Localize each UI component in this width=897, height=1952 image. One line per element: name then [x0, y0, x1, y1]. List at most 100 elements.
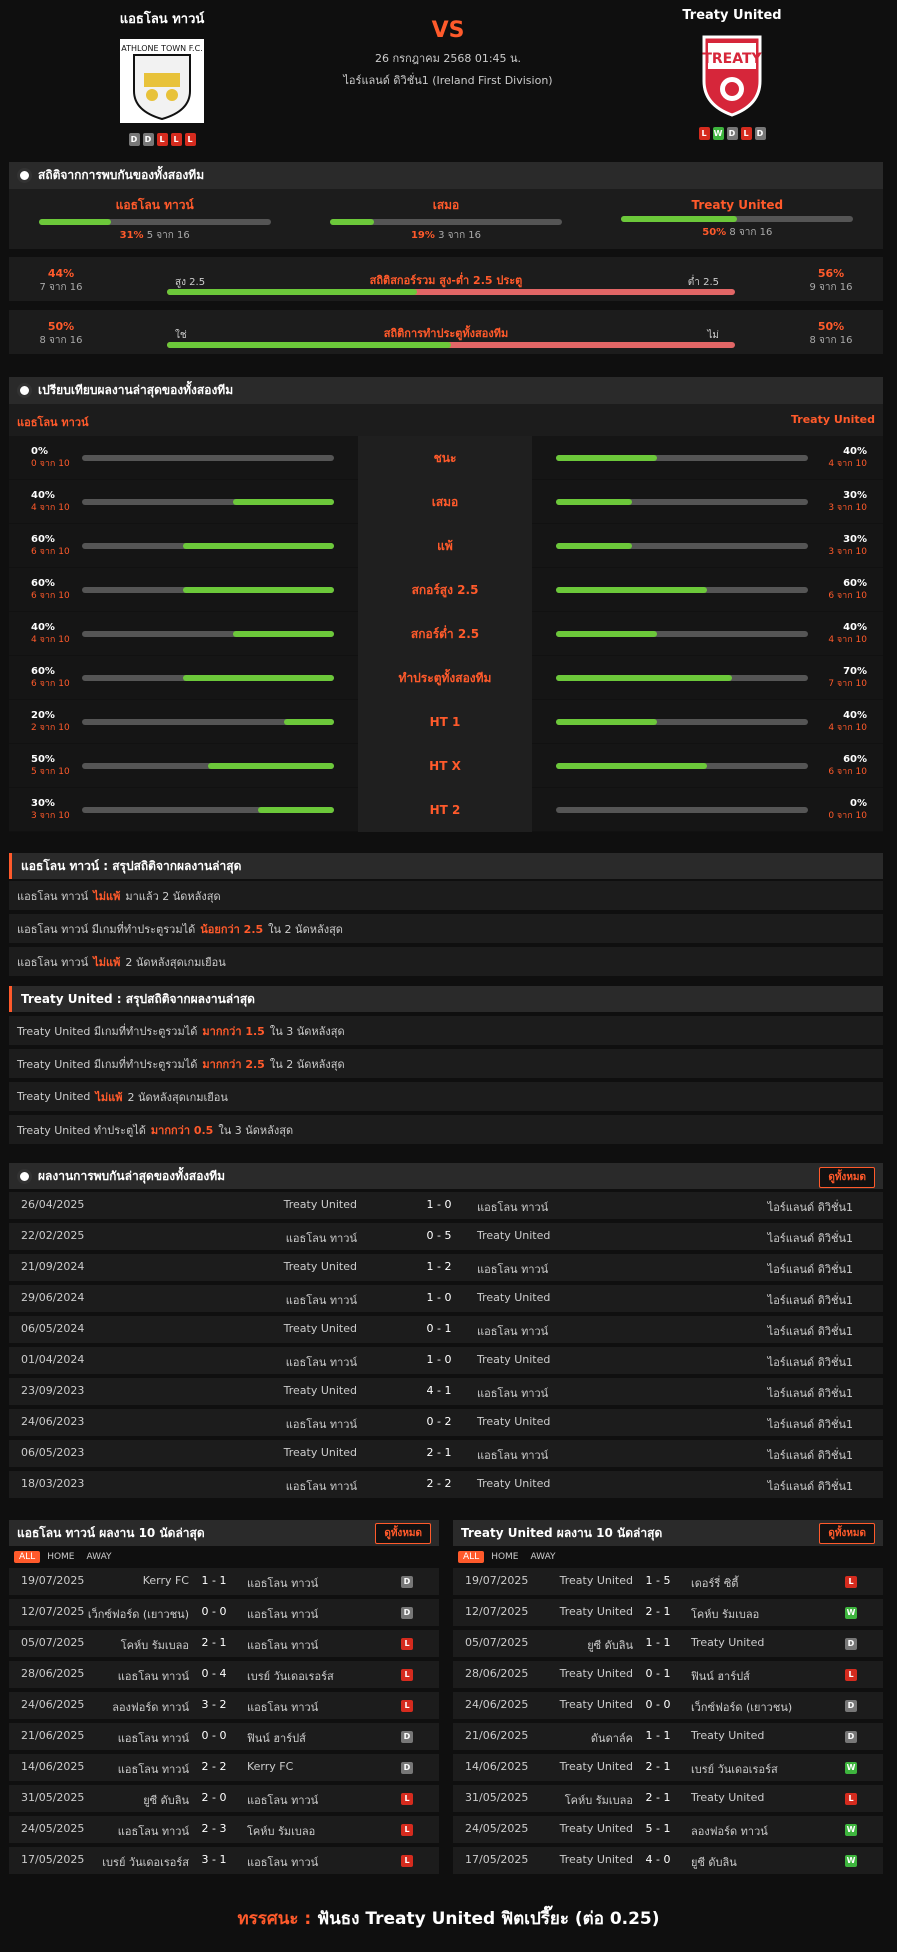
- result-home[interactable]: Kerry FC: [143, 1574, 189, 1587]
- result-row[interactable]: 24/06/2025 ลองฟอร์ด ทาวน์ 3 - 2 แอธโลน ทาวน…: [9, 1692, 439, 1723]
- meeting-row[interactable]: 06/05/2024 Treaty United 0 - 1 แอธโลน ทาวน์…: [9, 1316, 883, 1347]
- result-home[interactable]: เบรย์ วันเดอเรอร์ส: [102, 1853, 189, 1871]
- result-away[interactable]: แอธโลน ทาวน์: [247, 1853, 318, 1871]
- result-away[interactable]: Treaty United: [691, 1791, 764, 1804]
- result-home[interactable]: โคห์บ รัมเบลอ: [565, 1791, 633, 1809]
- meeting-row[interactable]: 21/09/2024 Treaty United 1 - 2 แอธโลน ทาวน์…: [9, 1254, 883, 1285]
- result-row[interactable]: 14/06/2025 แอธโลน ทาวน์ 2 - 2 Kerry FC D: [9, 1754, 439, 1785]
- result-away[interactable]: เดอร์รี่ ซิตี้: [691, 1574, 738, 1592]
- home-team[interactable]: แอธโลน ทาวน์ ATHLONE TOWN F.C. DDLLL: [62, 8, 262, 146]
- meeting-away[interactable]: แอธโลน ทาวน์: [477, 1322, 548, 1340]
- result-home[interactable]: แอธโลน ทาวน์: [118, 1667, 189, 1685]
- result-away[interactable]: ฟินน์ ฮาร์ปส์: [691, 1667, 750, 1685]
- meeting-away[interactable]: Treaty United: [477, 1291, 550, 1304]
- result-home[interactable]: Treaty United: [560, 1667, 633, 1680]
- meeting-row[interactable]: 18/03/2023 แอธโลน ทาวน์ 2 - 2 Treaty United…: [9, 1471, 883, 1502]
- meeting-home[interactable]: แอธโลน ทาวน์: [286, 1229, 357, 1247]
- meeting-row[interactable]: 06/05/2023 Treaty United 2 - 1 แอธโลน ทาวน์…: [9, 1440, 883, 1471]
- meeting-home[interactable]: Treaty United: [284, 1384, 357, 1397]
- result-away[interactable]: แอธโลน ทาวน์: [247, 1791, 318, 1809]
- result-home[interactable]: แอธโลน ทาวน์: [118, 1822, 189, 1840]
- result-row[interactable]: 21/06/2025 แอธโลน ทาวน์ 0 - 0 ฟินน์ ฮาร์ปส์…: [9, 1723, 439, 1754]
- result-home[interactable]: เว็กซ์ฟอร์ด (เยาวชน): [88, 1605, 189, 1623]
- result-row[interactable]: 24/06/2025 Treaty United 0 - 0 เว็กซ์ฟอร์ด …: [453, 1692, 883, 1723]
- tab-home[interactable]: HOME: [42, 1551, 79, 1563]
- result-away[interactable]: แอธโลน ทาวน์: [247, 1636, 318, 1654]
- result-home[interactable]: แอธโลน ทาวน์: [118, 1760, 189, 1778]
- result-away[interactable]: Treaty United: [691, 1729, 764, 1742]
- tab-away[interactable]: AWAY: [82, 1551, 117, 1563]
- result-away[interactable]: โคห์บ รัมเบลอ: [691, 1605, 759, 1623]
- meeting-home[interactable]: แอธโลน ทาวน์: [286, 1415, 357, 1433]
- meeting-home[interactable]: แอธโลน ทาวน์: [286, 1291, 357, 1309]
- result-home[interactable]: ยูซี ดับลิน: [587, 1636, 633, 1654]
- meeting-row[interactable]: 26/04/2025 Treaty United 1 - 0 แอธโลน ทาวน์…: [9, 1192, 883, 1223]
- meeting-home[interactable]: Treaty United: [284, 1322, 357, 1335]
- meetings-view-all-button[interactable]: ดูทั้งหมด: [819, 1167, 875, 1188]
- result-home[interactable]: Treaty United: [560, 1605, 633, 1618]
- meeting-away[interactable]: แอธโลน ทาวน์: [477, 1260, 548, 1278]
- result-row[interactable]: 05/07/2025 โคห์บ รัมเบลอ 2 - 1 แอธโลน ทาวน์…: [9, 1630, 439, 1661]
- result-row[interactable]: 05/07/2025 ยูซี ดับลิน 1 - 1 Treaty United D: [453, 1630, 883, 1661]
- result-home[interactable]: ลองฟอร์ด ทาวน์: [112, 1698, 189, 1716]
- meeting-row[interactable]: 01/04/2024 แอธโลน ทาวน์ 1 - 0 Treaty United…: [9, 1347, 883, 1378]
- meeting-row[interactable]: 24/06/2023 แอธโลน ทาวน์ 0 - 2 Treaty United…: [9, 1409, 883, 1440]
- result-row[interactable]: 12/07/2025 เว็กซ์ฟอร์ด (เยาวชน) 0 - 0 แอธโล…: [9, 1599, 439, 1630]
- meeting-home[interactable]: Treaty United: [284, 1260, 357, 1273]
- meeting-away[interactable]: แอธโลน ทาวน์: [477, 1446, 548, 1464]
- meeting-row[interactable]: 29/06/2024 แอธโลน ทาวน์ 1 - 0 Treaty United…: [9, 1285, 883, 1316]
- away-last10-view-all-button[interactable]: ดูทั้งหมด: [819, 1523, 875, 1544]
- result-row[interactable]: 19/07/2025 Treaty United 1 - 5 เดอร์รี่ ซิต…: [453, 1568, 883, 1599]
- meeting-away[interactable]: Treaty United: [477, 1477, 550, 1490]
- result-away[interactable]: โคห์บ รัมเบลอ: [247, 1822, 315, 1840]
- home-last10-view-all-button[interactable]: ดูทั้งหมด: [375, 1523, 431, 1544]
- result-away[interactable]: เบรย์ วันเดอเรอร์ส: [247, 1667, 334, 1685]
- result-home[interactable]: Treaty United: [560, 1574, 633, 1587]
- result-row[interactable]: 21/06/2025 ดันดาล์ค 1 - 1 Treaty United D: [453, 1723, 883, 1754]
- result-away[interactable]: ยูซี ดับลิน: [691, 1853, 737, 1871]
- result-row[interactable]: 31/05/2025 โคห์บ รัมเบลอ 2 - 1 Treaty Unite…: [453, 1785, 883, 1816]
- away-team[interactable]: Treaty United TREATY LWDLD: [632, 8, 832, 140]
- result-away[interactable]: แอธโลน ทาวน์: [247, 1574, 318, 1592]
- result-home[interactable]: ดันดาล์ค: [591, 1729, 633, 1747]
- meeting-row[interactable]: 22/02/2025 แอธโลน ทาวน์ 0 - 5 Treaty United…: [9, 1223, 883, 1254]
- result-away[interactable]: แอธโลน ทาวน์: [247, 1698, 318, 1716]
- result-away[interactable]: ลองฟอร์ด ทาวน์: [691, 1822, 768, 1840]
- meeting-away[interactable]: Treaty United: [477, 1229, 550, 1242]
- meeting-away[interactable]: Treaty United: [477, 1415, 550, 1428]
- result-row[interactable]: 28/06/2025 แอธโลน ทาวน์ 0 - 4 เบรย์ วันเดอเ…: [9, 1661, 439, 1692]
- result-home[interactable]: แอธโลน ทาวน์: [118, 1729, 189, 1747]
- meeting-home[interactable]: แอธโลน ทาวน์: [286, 1353, 357, 1371]
- result-row[interactable]: 28/06/2025 Treaty United 0 - 1 ฟินน์ ฮาร์ปส…: [453, 1661, 883, 1692]
- result-row[interactable]: 24/05/2025 แอธโลน ทาวน์ 2 - 3 โคห์บ รัมเบลอ…: [9, 1816, 439, 1847]
- tab-all[interactable]: ALL: [14, 1551, 41, 1563]
- meeting-away[interactable]: แอธโลน ทาวน์: [477, 1198, 548, 1216]
- result-away[interactable]: เบรย์ วันเดอเรอร์ส: [691, 1760, 778, 1778]
- result-home[interactable]: Treaty United: [560, 1853, 633, 1866]
- result-away[interactable]: ฟินน์ ฮาร์ปส์: [247, 1729, 306, 1747]
- meeting-home[interactable]: Treaty United: [284, 1198, 357, 1211]
- result-row[interactable]: 31/05/2025 ยูซี ดับลิน 2 - 0 แอธโลน ทาวน์ L: [9, 1785, 439, 1816]
- result-home[interactable]: ยูซี ดับลิน: [143, 1791, 189, 1809]
- result-away[interactable]: แอธโลน ทาวน์: [247, 1605, 318, 1623]
- result-row[interactable]: 14/06/2025 Treaty United 2 - 1 เบรย์ วันเดอ…: [453, 1754, 883, 1785]
- result-row[interactable]: 17/05/2025 เบรย์ วันเดอเรอร์ส 3 - 1 แอธโลน …: [9, 1847, 439, 1878]
- result-row[interactable]: 12/07/2025 Treaty United 2 - 1 โคห์บ รัมเบล…: [453, 1599, 883, 1630]
- meeting-home[interactable]: แอธโลน ทาวน์: [286, 1477, 357, 1495]
- meeting-row[interactable]: 23/09/2023 Treaty United 4 - 1 แอธโลน ทาวน์…: [9, 1378, 883, 1409]
- result-home[interactable]: โคห์บ รัมเบลอ: [121, 1636, 189, 1654]
- result-row[interactable]: 24/05/2025 Treaty United 5 - 1 ลองฟอร์ด ทาว…: [453, 1816, 883, 1847]
- meeting-away[interactable]: แอธโลน ทาวน์: [477, 1384, 548, 1402]
- result-home[interactable]: Treaty United: [560, 1822, 633, 1835]
- result-row[interactable]: 19/07/2025 Kerry FC 1 - 1 แอธโลน ทาวน์ D: [9, 1568, 439, 1599]
- result-row[interactable]: 17/05/2025 Treaty United 4 - 0 ยูซี ดับลิน W: [453, 1847, 883, 1878]
- result-away[interactable]: Treaty United: [691, 1636, 764, 1649]
- meeting-away[interactable]: Treaty United: [477, 1353, 550, 1366]
- meeting-home[interactable]: Treaty United: [284, 1446, 357, 1459]
- result-home[interactable]: Treaty United: [560, 1760, 633, 1773]
- result-away[interactable]: เว็กซ์ฟอร์ด (เยาวชน): [691, 1698, 792, 1716]
- tab-home[interactable]: HOME: [486, 1551, 523, 1563]
- result-home[interactable]: Treaty United: [560, 1698, 633, 1711]
- tab-all[interactable]: ALL: [458, 1551, 485, 1563]
- result-away[interactable]: Kerry FC: [247, 1760, 293, 1773]
